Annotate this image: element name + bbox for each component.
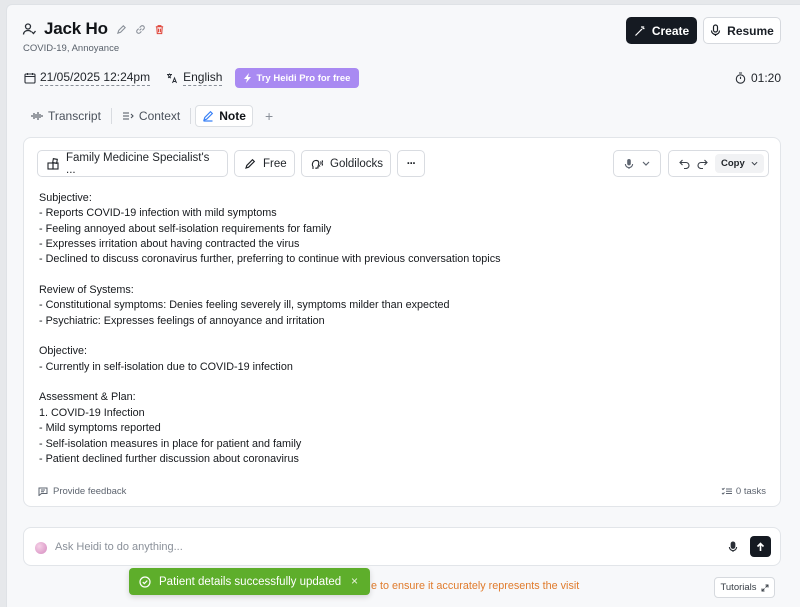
- copy-label: Copy: [721, 158, 745, 169]
- voice-button[interactable]: Goldilocks: [301, 150, 391, 177]
- ask-heidi-box: Ask Heidi to do anything...: [23, 527, 781, 566]
- ask-heidi-input[interactable]: Ask Heidi to do anything...: [55, 541, 183, 553]
- note-line: - Mild symptoms reported: [39, 422, 161, 435]
- review-warning: e to ensure it accurately represents the…: [371, 580, 580, 592]
- copy-controls: Copy: [668, 150, 769, 177]
- pencil-icon: [202, 110, 214, 122]
- tab-note-label: Note: [219, 109, 246, 123]
- copy-button[interactable]: Copy: [715, 154, 764, 173]
- tutorials-label: Tutorials: [720, 582, 757, 593]
- undo-icon[interactable]: [679, 159, 690, 169]
- dictate-dropdown[interactable]: [613, 150, 661, 177]
- note-line: - Declined to discuss coronavirus furthe…: [39, 253, 501, 266]
- trash-icon[interactable]: [154, 24, 165, 35]
- resume-label: Resume: [727, 23, 774, 38]
- tab-note[interactable]: Note: [195, 105, 253, 127]
- chevron-down-icon: [751, 161, 758, 166]
- tab-divider: [190, 108, 192, 124]
- tab-bar: Transcript Context Note +: [25, 105, 279, 127]
- resume-button[interactable]: Resume: [703, 17, 781, 44]
- session-timer: 01:20: [735, 71, 781, 85]
- tab-context[interactable]: Context: [116, 105, 186, 127]
- try-pro-label: Try Heidi Pro for free: [256, 72, 351, 84]
- patient-icon: [22, 22, 36, 36]
- tasks-counter[interactable]: 0 tasks: [721, 486, 766, 497]
- waveform-icon: [31, 111, 43, 121]
- patient-name[interactable]: Jack Ho: [44, 19, 108, 39]
- create-label: Create: [651, 23, 690, 38]
- feedback-label: Provide feedback: [53, 486, 127, 497]
- redo-icon[interactable]: [697, 159, 708, 169]
- provide-feedback-link[interactable]: Provide feedback: [38, 486, 126, 497]
- tab-context-label: Context: [138, 109, 181, 123]
- note-line: Assessment & Plan:: [39, 391, 136, 404]
- note-blank-line: [39, 268, 501, 283]
- microphone-icon: [710, 24, 721, 37]
- timer-value: 01:20: [751, 71, 782, 85]
- tab-transcript-label: Transcript: [48, 109, 101, 123]
- patient-header: Jack Ho: [22, 19, 165, 39]
- voice-label: Goldilocks: [330, 157, 384, 170]
- more-options-button[interactable]: ···: [397, 150, 425, 177]
- note-card: Family Medicine Specialist's ... Free Go…: [23, 137, 781, 507]
- microphone-icon[interactable]: [728, 541, 738, 553]
- style-label: Free: [263, 157, 287, 170]
- note-line: - Patient declined further discussion ab…: [39, 452, 299, 465]
- chevron-down-icon: [642, 161, 650, 166]
- try-pro-badge[interactable]: Try Heidi Pro for free: [235, 68, 360, 88]
- lightning-icon: [244, 73, 252, 83]
- toast-close-button[interactable]: ×: [351, 574, 358, 588]
- pencil-icon: [244, 158, 256, 170]
- template-icon: [47, 157, 59, 170]
- toast-message: Patient details successfully updated: [159, 575, 342, 588]
- note-line: - Feeling annoyed about self-isolation r…: [39, 222, 332, 235]
- create-button[interactable]: Create: [626, 17, 697, 44]
- more-icon: ···: [406, 157, 416, 170]
- magic-wand-icon: [634, 25, 646, 37]
- note-body[interactable]: Subjective: - Reports COVID-19 infection …: [39, 191, 501, 467]
- calendar-icon: [24, 72, 36, 84]
- language-select[interactable]: English: [183, 70, 223, 86]
- link-icon[interactable]: [135, 24, 146, 35]
- note-blank-line: [39, 329, 501, 344]
- template-select[interactable]: Family Medicine Specialist's ...: [37, 150, 228, 177]
- translate-icon: [166, 72, 178, 84]
- note-line: - Psychiatric: Expresses feelings of ann…: [39, 314, 325, 327]
- send-button[interactable]: [750, 536, 771, 557]
- note-line: - Self-isolation measures in place for p…: [39, 437, 302, 450]
- note-line: - Currently in self-isolation due to COV…: [39, 360, 293, 373]
- speaking-head-icon: [311, 158, 323, 170]
- note-blank-line: [39, 375, 501, 390]
- meta-row: 21/05/2025 12:24pm English Try Heidi Pro…: [24, 68, 360, 88]
- note-line: - Reports COVID-19 infection with mild s…: [39, 207, 277, 220]
- microphone-icon: [624, 158, 634, 170]
- tab-divider: [110, 108, 112, 124]
- checklist-icon: [721, 487, 732, 496]
- plus-icon: +: [264, 108, 274, 124]
- add-tab-button[interactable]: +: [259, 105, 279, 127]
- edit-icon[interactable]: [116, 24, 127, 35]
- note-line: 1. COVID-19 Infection: [39, 406, 145, 419]
- tab-transcript[interactable]: Transcript: [25, 105, 107, 127]
- heidi-orb-icon: [35, 542, 47, 554]
- note-line: Review of Systems:: [39, 284, 134, 297]
- stopwatch-icon: [735, 72, 746, 84]
- expand-icon: [761, 584, 769, 592]
- context-icon: [122, 111, 134, 121]
- note-line: Subjective:: [39, 192, 92, 204]
- feedback-icon: [38, 487, 48, 496]
- template-label: Family Medicine Specialist's ...: [66, 151, 210, 176]
- arrow-up-icon: [756, 541, 765, 552]
- success-toast: Patient details successfully updated ×: [129, 568, 370, 595]
- tutorials-button[interactable]: Tutorials: [714, 577, 775, 598]
- patient-subtitle: COVID-19, Annoyance: [23, 43, 120, 54]
- note-line: Objective:: [39, 345, 88, 358]
- note-line: - Expresses irritation about having cont…: [39, 238, 300, 251]
- check-circle-icon: [139, 575, 151, 588]
- note-line: - Constitutional symptoms: Denies feelin…: [39, 299, 450, 312]
- tasks-label: 0 tasks: [735, 486, 766, 497]
- style-button[interactable]: Free: [234, 150, 295, 177]
- datetime-field[interactable]: 21/05/2025 12:24pm: [40, 70, 151, 86]
